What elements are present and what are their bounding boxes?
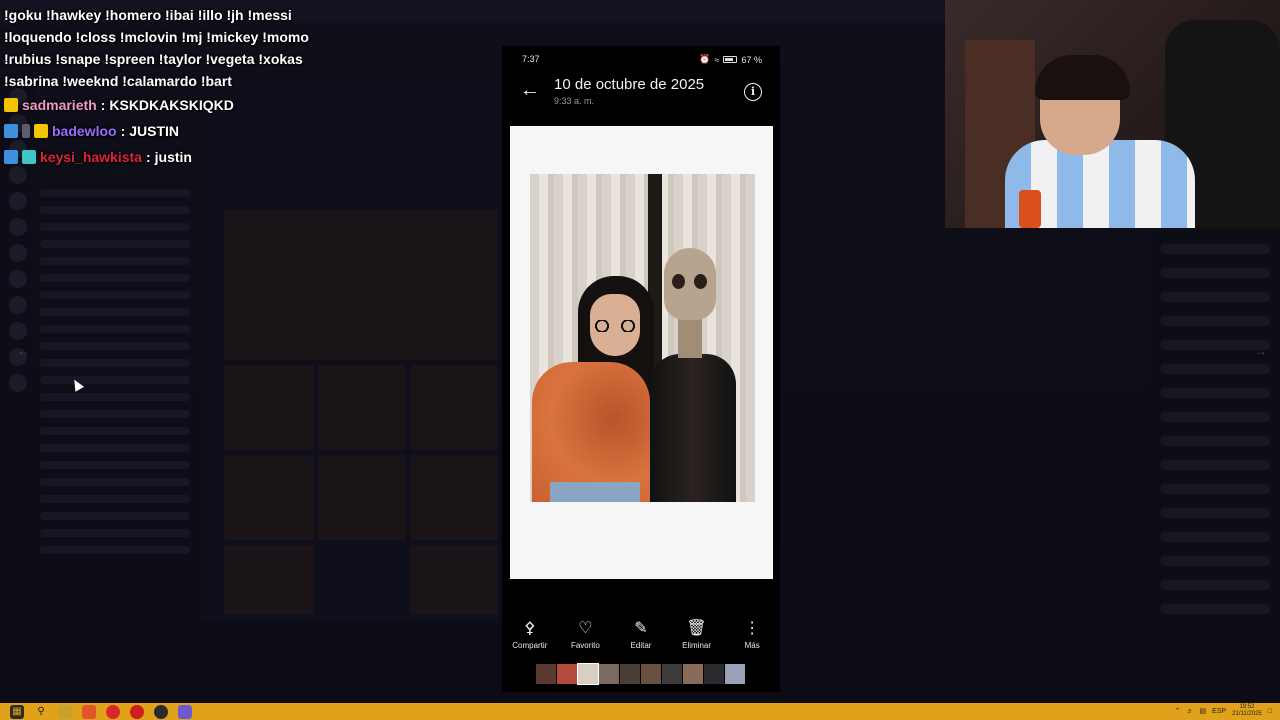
background-sidebar	[0, 80, 36, 680]
thumbnail[interactable]	[599, 664, 619, 684]
chat-text: JUSTIN	[129, 123, 180, 139]
edit-button[interactable]: ✎ Editar	[613, 620, 669, 656]
search-icon[interactable]: ⚲	[34, 705, 48, 719]
background-right-panel	[1150, 230, 1280, 690]
clock[interactable]: 19:52 21/11/2025	[1232, 704, 1262, 718]
crown-badge-icon	[34, 124, 48, 138]
chat-message: keysi_hawkista : justin	[4, 144, 504, 170]
start-icon[interactable]: ▦	[10, 704, 24, 719]
stream-chat-overlay: !goku !hawkey !homero !ibai !illo !jh !m…	[4, 4, 504, 170]
badge-icon	[22, 150, 36, 164]
chat-text: KSKDKAKSKIQKD	[109, 97, 234, 113]
badge-icon	[4, 150, 18, 164]
chat-separator: :	[100, 97, 106, 113]
alarm-icon: ⏰	[699, 54, 711, 64]
next-arrow-icon[interactable]: →	[1252, 342, 1270, 360]
thumbnail[interactable]	[662, 664, 682, 684]
previous-arrow-icon[interactable]: ←	[14, 342, 32, 360]
language-indicator[interactable]: ESP	[1212, 708, 1226, 715]
wifi-icon: ≈	[714, 54, 720, 65]
chat-commands-line: !loquendo !closs !mclovin !mj !mickey !m…	[4, 29, 309, 45]
tray-chevron-icon[interactable]: ⌃	[1175, 707, 1181, 715]
thumbnail-strip	[536, 663, 748, 685]
more-label: Más	[744, 641, 760, 650]
thumbnail[interactable]	[641, 664, 661, 684]
clock-time: 19:52	[1239, 704, 1255, 710]
chat-separator: :	[145, 149, 151, 165]
photo-action-bar: ⚴ Compartir ♡ Favorito ✎ Editar 🗑 Elimin…	[502, 620, 780, 656]
phone-gallery-screen: 7:37 ⏰ ≈ 67 % ← 10 de octubre de 2025 9:…	[502, 46, 780, 692]
phone-status-bar: 7:37 ⏰ ≈ 67 %	[502, 52, 780, 68]
obs-icon[interactable]	[154, 704, 168, 719]
photo-viewer[interactable]	[510, 126, 773, 579]
badge-icon	[4, 124, 18, 138]
chat-username: keysi_hawkista	[40, 149, 142, 165]
youtube-icon[interactable]	[130, 704, 144, 719]
thumbnail[interactable]	[557, 664, 577, 684]
delete-button[interactable]: 🗑 Eliminar	[669, 620, 725, 656]
chat-commands-line: !goku !hawkey !homero !ibai !illo !jh !m…	[4, 7, 292, 23]
chat-message: badewloo : JUSTIN	[4, 118, 504, 144]
edit-icon: ✎	[634, 620, 648, 637]
more-button[interactable]: ⋮ Más	[724, 620, 780, 656]
info-icon[interactable]: i	[744, 83, 762, 101]
share-icon: ⚴	[523, 620, 536, 637]
more-icon: ⋮	[744, 620, 761, 637]
share-label: Compartir	[512, 641, 548, 650]
photo-header: ← 10 de octubre de 2025 9:33 a. m. i	[502, 72, 780, 112]
badge-icon	[22, 124, 30, 138]
share-button[interactable]: ⚴ Compartir	[502, 620, 558, 656]
notifications-icon[interactable]: □	[1268, 708, 1272, 715]
heart-icon: ♡	[578, 620, 593, 637]
trash-icon: 🗑	[686, 620, 707, 637]
volume-icon[interactable]: ♬	[1187, 708, 1194, 715]
favorite-label: Favorito	[570, 641, 600, 650]
back-arrow-icon[interactable]: ←	[520, 80, 540, 100]
chat-username: badewloo	[52, 123, 117, 139]
chat-username: sadmarieth	[22, 97, 97, 113]
system-tray: ⌃ ♬ ▤ ESP 19:52 21/11/2025 □	[1175, 704, 1272, 718]
thumbnail-selected[interactable]	[577, 663, 599, 685]
thumbnail[interactable]	[725, 664, 745, 684]
taskbar: ▦ ⚲ ⌃ ♬ ▤ ESP 19:52 21/11/2025 □	[0, 703, 1280, 720]
thumbnail[interactable]	[620, 664, 640, 684]
background-channel-list	[40, 180, 190, 660]
discord-icon[interactable]	[178, 704, 192, 719]
chat-commands-line: !sabrina !weeknd !calamardo !bart	[4, 73, 232, 89]
favorite-button[interactable]: ♡ Favorito	[558, 620, 614, 656]
chat-commands-line: !rubius !snape !spreen !taylor !vegeta !…	[4, 51, 303, 67]
thumbnail[interactable]	[704, 664, 724, 684]
folder-icon[interactable]	[58, 704, 72, 719]
photo-time: 9:33 a. m.	[554, 96, 595, 106]
status-time: 7:37	[522, 54, 540, 64]
thumbnail[interactable]	[683, 664, 703, 684]
edit-label: Editar	[630, 641, 652, 650]
chat-text: justin	[154, 149, 192, 165]
clock-date: 21/11/2025	[1232, 711, 1262, 717]
photo-image	[530, 174, 755, 502]
battery-icon	[723, 56, 738, 63]
crown-badge-icon	[4, 98, 18, 112]
opera-icon[interactable]	[106, 704, 120, 719]
photo-date: 10 de octubre de 2025	[554, 76, 705, 93]
thumbnail[interactable]	[536, 664, 556, 684]
battery-level: 67 %	[741, 54, 762, 65]
brave-icon[interactable]	[82, 704, 96, 719]
chat-separator: :	[120, 123, 126, 139]
chat-message: sadmarieth : KSKDKAKSKIQKD	[4, 92, 504, 118]
network-icon[interactable]: ▤	[1200, 707, 1207, 715]
webcam-overlay	[945, 0, 1280, 228]
delete-label: Eliminar	[682, 641, 712, 650]
